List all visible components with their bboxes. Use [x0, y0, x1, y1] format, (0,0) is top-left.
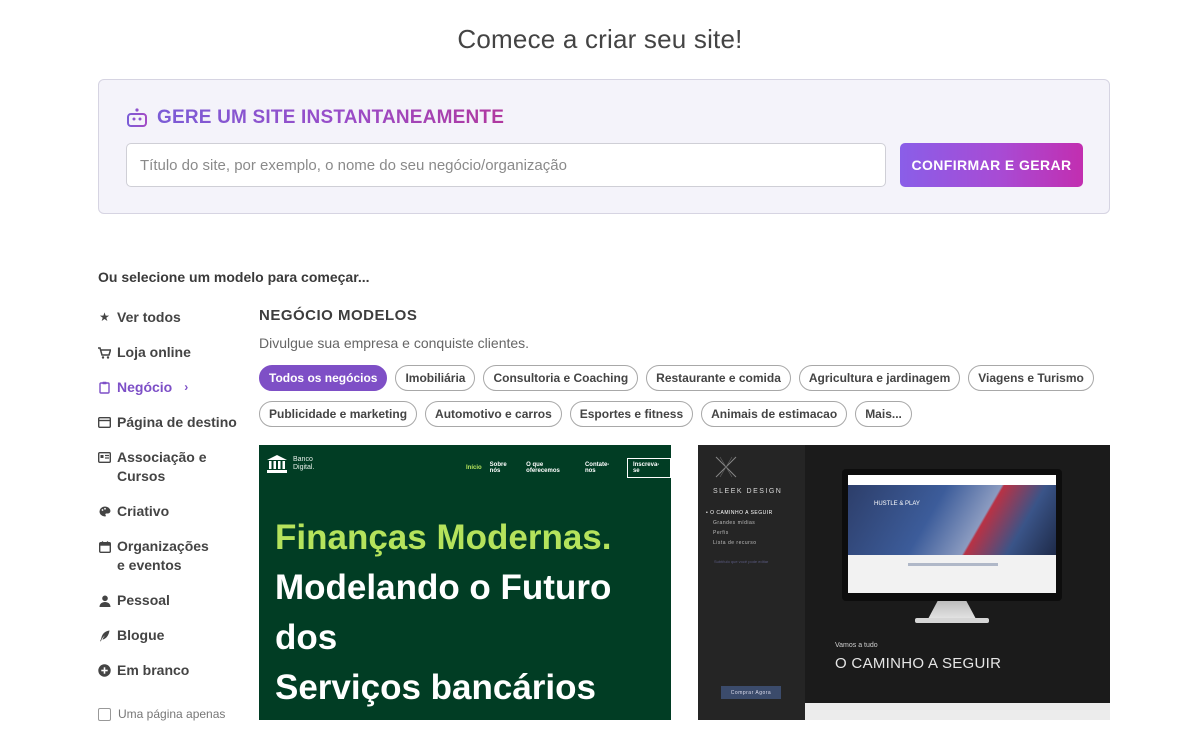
sidebar-item-organizacoes-eventos[interactable]: Organizações e eventos	[98, 537, 248, 575]
sidebar-item-negocio[interactable]: Negócio ›	[98, 378, 248, 397]
palette-icon	[98, 502, 111, 521]
plus-circle-icon	[98, 661, 111, 680]
site-title-input[interactable]	[126, 143, 886, 187]
generator-heading: GERE UM SITE INSTANTANEAMENTE	[125, 107, 504, 129]
sidebar-item-label: Blogue	[117, 627, 165, 643]
template-hero-text: Finanças Modernas. Modelando o Futuro do…	[275, 513, 611, 713]
calendar-icon	[98, 537, 111, 556]
sidebar-item-label: Ver todos	[117, 309, 181, 325]
one-page-filter[interactable]: Uma página apenas	[98, 707, 225, 721]
feather-icon	[98, 626, 111, 645]
chip-esportes-fitness[interactable]: Esportes e fitness	[569, 401, 694, 427]
sidebar-item-em-branco[interactable]: Em branco	[98, 661, 248, 680]
chip-todos-negocios[interactable]: Todos os negócios	[259, 365, 388, 391]
sidebar-item-label: Em branco	[117, 662, 190, 678]
page-title: Comece a criar seu site!	[457, 24, 743, 54]
template-brand: SLEEK DESIGN	[713, 488, 783, 495]
hero-line: Finanças Modernas.	[275, 518, 612, 557]
sidebar-item-label: Associação e Cursos	[117, 449, 207, 484]
generator-heading-text: GERE UM SITE INSTANTANEAMENTE	[157, 107, 505, 128]
id-card-icon	[98, 448, 111, 467]
sidebar-item-blogue[interactable]: Blogue	[98, 626, 248, 645]
chip-consultoria-coaching[interactable]: Consultoria e Coaching	[483, 365, 639, 391]
chevron-right-icon: ›	[184, 380, 189, 394]
robot-icon	[125, 108, 149, 127]
sidebar-item-label: Organizações e eventos	[117, 538, 209, 573]
chip-agricultura-jardinagem[interactable]: Agricultura e jardinagem	[798, 365, 961, 391]
monitor-mockup: HUSTLE & PLAY	[842, 469, 1062, 601]
bank-icon	[267, 455, 287, 473]
chip-animais-estimacao[interactable]: Animais de estimacao	[701, 401, 848, 427]
template-logo: Banco Digital.	[267, 455, 314, 473]
confirm-generate-button[interactable]: CONFIRMAR E GERAR	[900, 143, 1083, 187]
template-nav-item: Início	[466, 465, 482, 471]
sidebar-item-pagina-destino[interactable]: Página de destino	[98, 413, 248, 432]
site-generator-panel: GERE UM SITE INSTANTANEAMENTE CONFIRMAR …	[98, 79, 1110, 214]
sidebar-item-label: Loja online	[117, 344, 191, 360]
template-main: HUSTLE & PLAY Vamos a tudo O CAMINHO A S…	[805, 445, 1110, 720]
template-card-banco-digital[interactable]: Banco Digital. Início Sobre nós O que of…	[259, 445, 671, 720]
person-icon	[98, 591, 111, 610]
template-nav: Início Sobre nós O que oferecemos Contat…	[466, 458, 671, 478]
template-menu-item: Perfis	[713, 530, 729, 536]
hero-line: Modelando o Futuro	[275, 568, 612, 607]
template-menu-item: Grandes mídias	[713, 520, 756, 526]
category-content: NEGÓCIO MODELOS Divulgue sua empresa e c…	[259, 307, 1111, 427]
cart-icon	[98, 343, 111, 362]
sidebar-item-criativo[interactable]: Criativo	[98, 502, 248, 521]
logo-text-line: Digital.	[293, 464, 315, 471]
template-small-text: Vamos a tudo	[835, 642, 878, 649]
sidebar-item-label: Criativo	[117, 503, 170, 519]
chip-restaurante-comida[interactable]: Restaurante e comida	[646, 365, 791, 391]
sidebar-item-associacao-cursos[interactable]: Associação e Cursos	[98, 448, 248, 486]
template-sidebar: SLEEK DESIGN • O CAMINHO A SEGUIR Grande…	[698, 445, 805, 720]
category-sidebar: ★ Ver todos Loja online Negócio › Página…	[98, 308, 248, 696]
window-icon	[98, 413, 111, 432]
template-menu-item: Lista de recurso	[713, 540, 757, 546]
template-nav-item: Contate-nos	[584, 462, 610, 474]
chip-mais[interactable]: Mais...	[855, 401, 912, 427]
sidebar-item-pessoal[interactable]: Pessoal	[98, 591, 248, 610]
chip-imobiliaria[interactable]: Imobiliária	[395, 365, 476, 391]
chip-publicidade-marketing[interactable]: Publicidade e marketing	[259, 401, 418, 427]
sidebar-item-label: Página de destino	[117, 414, 237, 430]
template-buy-button: Comprar Agora	[721, 686, 781, 699]
template-menu: • O CAMINHO A SEGUIR Grandes mídias Perf…	[706, 510, 773, 546]
template-menu-item: O CAMINHO A SEGUIR	[710, 510, 773, 516]
x-logo-icon	[715, 456, 737, 478]
template-tagline: Subtítulo que você pode editar	[714, 559, 769, 564]
category-title: NEGÓCIO MODELOS	[259, 307, 418, 324]
template-nav-item: O que oferecemos	[526, 462, 560, 474]
select-template-prompt: Ou selecione um modelo para começar...	[98, 269, 370, 285]
subcategory-chips: Todos os negócios Imobiliária Consultori…	[259, 365, 1119, 427]
category-description: Divulgue sua empresa e conquiste cliente…	[259, 335, 530, 351]
one-page-label: Uma página apenas	[118, 707, 226, 721]
hero-line: Serviços bancários	[275, 668, 596, 707]
sidebar-item-label: Negócio	[117, 379, 173, 395]
one-page-checkbox[interactable]	[98, 707, 111, 721]
template-card-sleek-design[interactable]: SLEEK DESIGN • O CAMINHO A SEGUIR Grande…	[698, 445, 1110, 720]
chip-automotivo-carros[interactable]: Automotivo e carros	[425, 401, 562, 427]
mockup-hero-image	[848, 485, 1056, 555]
clipboard-icon	[98, 378, 111, 397]
sidebar-item-ver-todos[interactable]: ★ Ver todos	[98, 308, 248, 327]
chip-viagens-turismo[interactable]: Viagens e Turismo	[968, 365, 1094, 391]
template-nav-item: Sobre nós	[489, 462, 507, 474]
sidebar-item-loja-online[interactable]: Loja online	[98, 343, 248, 362]
sidebar-item-label: Pessoal	[117, 592, 170, 608]
star-icon: ★	[99, 310, 110, 324]
logo-text-line: Banco	[293, 456, 313, 463]
hero-line: dos	[275, 618, 338, 657]
template-nav-cta: Inscreva-se	[626, 458, 671, 478]
mockup-hero-text: HUSTLE & PLAY	[874, 501, 920, 507]
template-big-text: O CAMINHO A SEGUIR	[835, 655, 1002, 672]
